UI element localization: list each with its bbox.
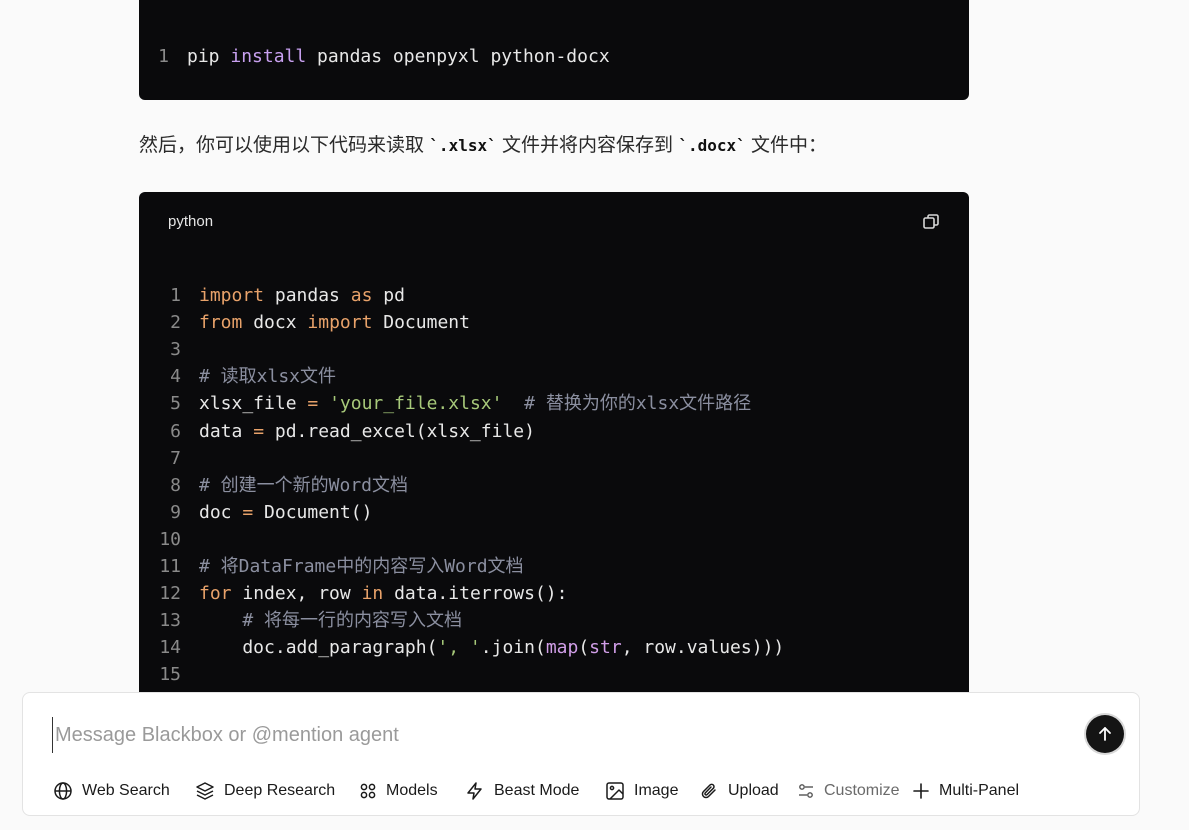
line-number: 10: [159, 528, 181, 550]
multi-panel-label: Multi-Panel: [939, 782, 1020, 799]
line-number: 6: [170, 420, 181, 442]
grid-dots-icon: [360, 783, 376, 799]
code-block-install: 1 pip install pandas openpyxl python-docx: [139, 0, 969, 100]
line-number: 11: [159, 556, 181, 577]
image-label: Image: [634, 782, 679, 799]
send-button[interactable]: [1086, 715, 1124, 753]
code-line: 1 import pandas as pd: [139, 282, 969, 309]
upload-button[interactable]: Upload: [699, 780, 779, 802]
line-number: 4: [170, 366, 181, 388]
models-label: Models: [386, 782, 438, 799]
code-line: 6 data = pd.read_excel(xlsx_file): [139, 418, 969, 445]
line-code: data = pd.read_excel(xlsx_file): [199, 420, 535, 442]
message-composer: Web Search Deep Research Models Beast Mo…: [22, 692, 1140, 816]
lightning-icon: [467, 782, 482, 800]
layers-icon: [196, 782, 214, 800]
message-paragraph: 然后，你可以使用以下代码来读取 `.xlsx` 文件并将内容保存到 `.docx…: [139, 130, 827, 162]
inline-code-xlsx: `.xlsx`: [429, 136, 497, 155]
paperclip-icon: [701, 783, 716, 799]
line-number: 15: [159, 664, 181, 686]
line-number: 7: [170, 447, 181, 469]
line-number: 14: [159, 637, 181, 659]
deep-research-label: Deep Research: [224, 782, 336, 799]
line-number: 12: [159, 583, 181, 605]
chat-page: 1 pip install pandas openpyxl python-docx…: [0, 0, 1189, 830]
code-line: 15: [139, 661, 969, 688]
arrow-up-icon: [1099, 727, 1111, 741]
beast-mode-button[interactable]: Beast Mode: [465, 780, 579, 802]
plus-icon: [913, 783, 929, 799]
code-line: 13 # 将每一行的内容写入文档: [139, 607, 969, 634]
line-code: pip install pandas openpyxl python-docx: [187, 46, 610, 67]
line-number: 1: [158, 46, 169, 67]
line-code: # 读取xlsx文件: [199, 366, 337, 388]
customize-button[interactable]: Customize: [797, 780, 900, 802]
copy-icon[interactable]: [921, 212, 941, 232]
paragraph-text-3: 文件中：: [751, 135, 828, 156]
paragraph-text-1: 然后，你可以使用以下代码来读取: [139, 135, 425, 156]
paragraph-text-2: 文件并将内容保存到: [502, 135, 674, 156]
globe-icon: [54, 782, 72, 800]
code-line: 9 doc = Document(): [139, 499, 969, 526]
inline-code-docx: `.docx`: [678, 136, 746, 155]
line-number: 13: [159, 610, 181, 632]
line-number: 8: [170, 474, 181, 496]
line-code: # 将DataFrame中的内容写入Word文档: [199, 556, 524, 577]
line-number: 3: [170, 339, 181, 361]
code-block-python: python 1 import pandas as pd 2 from docx im…: [139, 192, 969, 692]
line-code: # 创建一个新的Word文档: [199, 474, 409, 496]
code-line: 11 # 将DataFrame中的内容写入Word文档: [139, 553, 969, 580]
code-line: 1 pip install pandas openpyxl python-docx: [139, 43, 969, 70]
line-number: 2: [170, 312, 181, 334]
code-line: 7: [139, 445, 969, 472]
code-line: 14 doc.add_paragraph(', '.join(map(str, …: [139, 634, 969, 661]
multi-panel-button[interactable]: Multi-Panel: [912, 780, 1019, 802]
message-input[interactable]: [52, 717, 1057, 753]
line-code: from docx import Document: [199, 312, 470, 334]
beast-mode-label: Beast Mode: [494, 782, 580, 799]
code-line: 12 for index, row in data.iterrows():: [139, 580, 969, 607]
code-line: 8 # 创建一个新的Word文档: [139, 472, 969, 499]
line-number: 5: [170, 393, 181, 415]
line-number: 1: [170, 285, 181, 306]
code-language-label: python: [168, 213, 214, 230]
code-line: 5 xlsx_file = 'your_file.xlsx' # 替换为你的xls…: [139, 390, 969, 417]
deep-research-button[interactable]: Deep Research: [195, 780, 335, 802]
code-line: 10: [139, 526, 969, 553]
line-code: for index, row in data.iterrows():: [199, 583, 568, 605]
line-code: xlsx_file = 'your_file.xlsx' # 替换为你的xlsx…: [199, 393, 752, 415]
customize-label: Customize: [824, 782, 900, 799]
line-code: doc = Document(): [199, 501, 373, 523]
line-code: doc.add_paragraph(', '.join(map(str, row…: [199, 637, 785, 659]
web-search-label: Web Search: [82, 782, 170, 799]
code-line: 4 # 读取xlsx文件: [139, 363, 969, 390]
line-code: import pandas as pd: [199, 285, 405, 306]
code-line: 2 from docx import Document: [139, 309, 969, 336]
sliders-icon: [799, 784, 813, 798]
line-code: # 将每一行的内容写入文档: [242, 610, 463, 632]
image-icon: [606, 782, 624, 800]
code-line: 3: [139, 336, 969, 363]
models-button[interactable]: Models: [359, 780, 438, 802]
image-button[interactable]: Image: [605, 780, 678, 802]
upload-label: Upload: [728, 782, 779, 799]
line-number: 9: [170, 501, 181, 523]
web-search-button[interactable]: Web Search: [53, 780, 170, 802]
